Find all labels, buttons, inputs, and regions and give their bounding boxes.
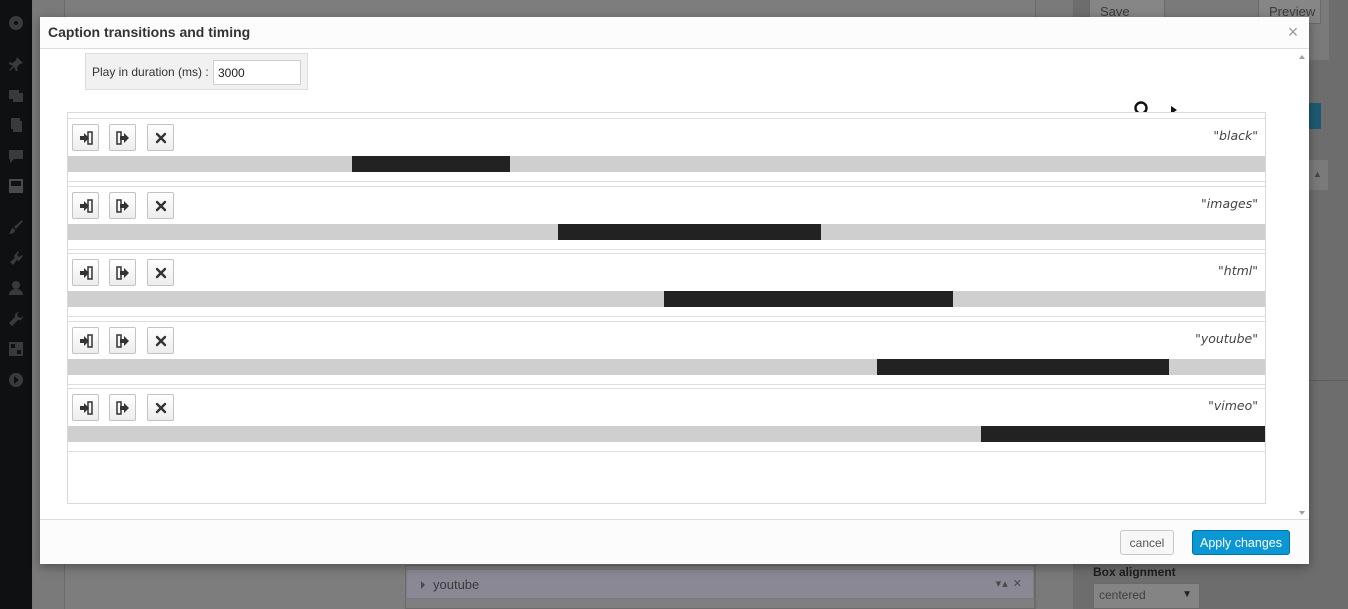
list-item-label: youtube (433, 577, 480, 592)
caption-name: "images" (1201, 195, 1258, 211)
caption-timeline: "black" "images" "html" "youtube" "vimeo" (67, 112, 1266, 504)
duration-label: Play in duration (ms) : (92, 65, 209, 79)
transition-out-button[interactable] (109, 191, 136, 219)
transition-out-button[interactable] (109, 326, 136, 354)
transition-in-button[interactable] (72, 124, 99, 151)
admin-menu (0, 0, 32, 609)
timing-bar[interactable] (664, 291, 953, 307)
box-alignment-label: Box alignment (1093, 565, 1176, 579)
list-item-controls: ▾▴ ✕ (995, 578, 1023, 590)
tools-icon (8, 311, 24, 327)
transition-in-button[interactable] (72, 326, 99, 354)
caption-row: "youtube" (68, 320, 1265, 385)
caption-timing-dialog: Caption transitions and timing × Play in… (40, 17, 1309, 564)
dashboard-icon (8, 14, 24, 30)
apply-changes-button[interactable]: Apply changes (1192, 530, 1290, 555)
caption-row: "black" (68, 118, 1265, 182)
media-icon (8, 87, 24, 103)
remove-timing-button[interactable] (147, 124, 174, 151)
dialog-scrollbar[interactable] (1297, 53, 1307, 517)
duration-input[interactable] (213, 60, 301, 85)
remove-timing-button[interactable] (147, 259, 174, 286)
divider (1309, 380, 1348, 381)
caption-name: "html" (1218, 263, 1258, 278)
timing-track[interactable] (68, 358, 1265, 375)
box-alignment-value: centered (1099, 588, 1146, 602)
duration-panel: Play in duration (ms) : (85, 53, 308, 90)
dialog-header: Caption transitions and timing × (40, 17, 1309, 49)
transition-out-button[interactable] (109, 124, 136, 151)
remove-timing-button[interactable] (147, 191, 174, 219)
transition-out-button[interactable] (109, 259, 136, 286)
users-icon (8, 280, 24, 296)
timing-bar[interactable] (557, 223, 821, 240)
plugins-icon (8, 250, 24, 266)
collapse-toggle-icon: ▲ (1307, 160, 1328, 190)
pin-icon (8, 56, 24, 72)
timing-track[interactable] (68, 156, 1265, 172)
dialog-body: Play in duration (ms) : "black""images""… (40, 50, 1309, 519)
caption-row: "images" (68, 185, 1265, 250)
scroll-up-icon[interactable] (1299, 55, 1305, 59)
transition-in-button[interactable] (72, 394, 99, 421)
close-icon[interactable]: × (1285, 23, 1301, 41)
settings-icon (8, 341, 24, 357)
chevron-down-icon: ▼ (1182, 589, 1192, 600)
timing-bar[interactable] (981, 426, 1265, 442)
caption-name: "youtube" (1195, 330, 1258, 346)
remove-timing-button[interactable] (147, 326, 174, 354)
collapse-menu-icon (8, 372, 24, 388)
timing-track[interactable] (68, 291, 1265, 307)
caption-name: "black" (1213, 128, 1258, 143)
timing-bar[interactable] (351, 156, 510, 172)
caption-row: "vimeo" (68, 388, 1265, 452)
captions-list-item: youtube ▾▴ ✕ (406, 569, 1034, 599)
remove-timing-button[interactable] (147, 394, 174, 421)
dialog-title: Caption transitions and timing (48, 24, 251, 40)
slider-plugin-icon (8, 178, 24, 194)
transition-out-button[interactable] (109, 394, 136, 421)
caption-name: "vimeo" (1208, 398, 1258, 413)
dialog-footer: cancel Apply changes (40, 519, 1309, 564)
cancel-button[interactable]: cancel (1120, 530, 1174, 555)
appearance-icon (8, 219, 24, 235)
timing-track[interactable] (68, 426, 1265, 442)
pages-icon (8, 117, 24, 133)
expand-arrow-icon (421, 581, 425, 589)
timing-track[interactable] (68, 223, 1265, 240)
box-alignment-select: centered ▼ (1093, 583, 1200, 609)
transition-in-button[interactable] (72, 191, 99, 219)
timing-bar[interactable] (877, 358, 1170, 375)
comments-icon (8, 148, 24, 164)
transition-in-button[interactable] (72, 259, 99, 286)
caption-row: "html" (68, 253, 1265, 317)
scroll-down-icon[interactable] (1299, 511, 1305, 515)
